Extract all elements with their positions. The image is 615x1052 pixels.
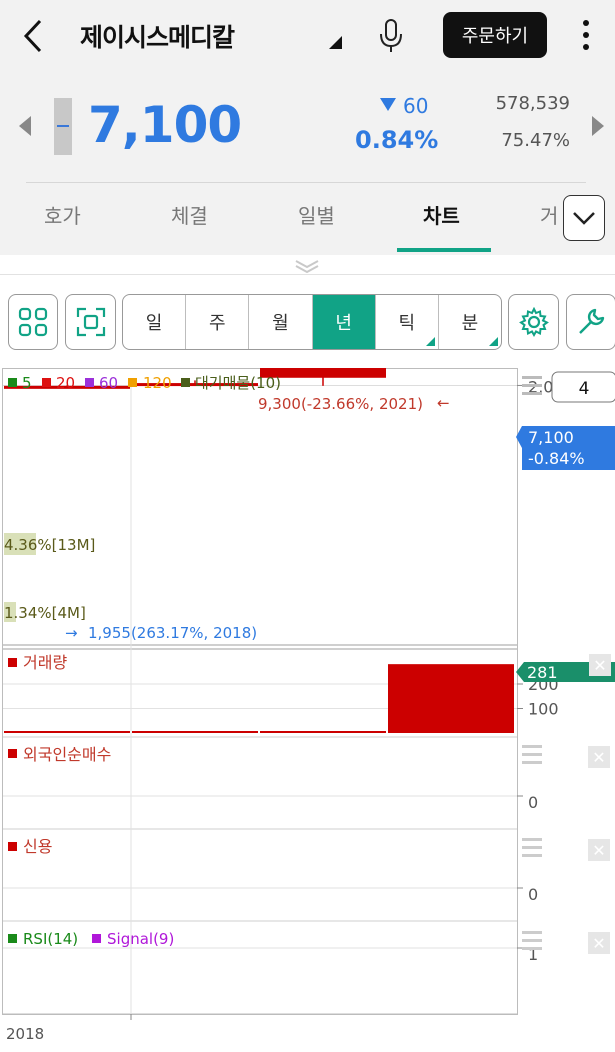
supply-high-label: 4.36%[13M]	[4, 536, 95, 554]
volume-tag-value: 281	[527, 663, 558, 682]
period-minute-button[interactable]: 분	[439, 295, 501, 349]
close-icon-glyph: ✕	[593, 656, 606, 675]
volume-bar	[260, 731, 386, 733]
gear-icon	[518, 307, 549, 337]
ma5-label: 5	[22, 374, 32, 392]
period-year-button[interactable]: 년	[312, 295, 376, 349]
back-icon[interactable]	[20, 18, 50, 54]
count-value: 4	[579, 379, 590, 399]
tab-trades[interactable]: 체결	[171, 200, 208, 229]
period-week-button[interactable]: 주	[186, 295, 250, 349]
grid-layout-button[interactable]	[8, 294, 58, 350]
low-annotation: 1,955(263.17%, 2018)	[88, 624, 257, 642]
grid-icon	[18, 307, 48, 337]
current-price-tag-change: -0.84%	[528, 449, 585, 468]
date-axis-label: 2018	[6, 1025, 44, 1043]
supply-low-label: 1.34%[4M]	[4, 604, 86, 622]
ma120-swatch	[128, 378, 137, 387]
volume-bar	[132, 731, 258, 733]
ma5-swatch	[8, 378, 17, 387]
signal-swatch	[92, 934, 101, 943]
tab-expand-button[interactable]	[563, 195, 605, 241]
wrench-icon	[579, 308, 605, 334]
volume-tick-label: 100	[528, 700, 559, 719]
hamburger-icon[interactable]	[522, 745, 542, 764]
close-icon-glyph: ✕	[592, 934, 605, 953]
signal-label: Signal(9)	[107, 930, 174, 948]
stock-header-area: 제이시스메디칼 주문하기 7,100 60 0.84% 578,539 75.4…	[0, 0, 615, 255]
period-label: 주	[208, 313, 226, 334]
mini-candle-icon	[54, 98, 72, 155]
volume-bar	[388, 664, 514, 733]
divider	[26, 182, 586, 183]
stock-chart[interactable]: 2,0004,0006,000100200001 5 20 60 120 대기매…	[0, 368, 615, 1052]
change-amount: 60	[403, 94, 429, 118]
high-arrow-icon: ←	[437, 394, 450, 412]
period-tick-button[interactable]: 틱	[376, 295, 439, 349]
ma20-swatch	[42, 378, 51, 387]
period-label: 년	[335, 313, 352, 334]
close-icon-glyph: ✕	[592, 748, 605, 767]
foreign-swatch	[8, 749, 17, 758]
low-arrow-icon: →	[65, 624, 78, 642]
high-annotation: 9,300(-23.66%, 2021)	[258, 395, 423, 413]
period-day-button[interactable]: 일	[123, 295, 187, 349]
divider	[0, 274, 615, 275]
collapse-handle-icon[interactable]	[294, 258, 320, 274]
fullscreen-icon	[76, 307, 105, 337]
supply-label: 대기매물(10)	[195, 374, 281, 392]
period-label: 틱	[398, 313, 416, 334]
down-arrow-icon	[380, 98, 396, 111]
period-selector: 일 주 월 년 틱 분	[122, 294, 502, 350]
period-label: 일	[145, 313, 163, 334]
hamburger-icon[interactable]	[522, 838, 542, 857]
close-icon-glyph: ✕	[592, 841, 605, 860]
ma60-swatch	[85, 378, 94, 387]
active-tab-indicator	[397, 248, 491, 252]
ma120-label: 120	[143, 374, 172, 392]
next-stock-icon[interactable]	[592, 116, 604, 136]
tab-orderbook[interactable]: 호가	[44, 200, 81, 229]
trade-volume: 578,539	[495, 93, 570, 114]
prev-stock-icon[interactable]	[19, 116, 31, 136]
rsi-label: RSI(14)	[23, 930, 78, 948]
change-percent: 0.84%	[355, 126, 439, 154]
chart-settings-button[interactable]	[508, 294, 559, 350]
volume-panel-label: 거래량	[23, 653, 67, 672]
current-price: 7,100	[88, 96, 242, 154]
stock-name[interactable]: 제이시스메디칼	[80, 18, 235, 54]
credit-panel-label: 신용	[23, 837, 52, 856]
hamburger-icon[interactable]	[522, 931, 542, 950]
chevron-down-icon	[573, 212, 595, 225]
credit-swatch	[8, 842, 17, 851]
period-label: 월	[272, 313, 289, 334]
tab-daily[interactable]: 일별	[298, 200, 335, 229]
foreign-panel-label: 외국인순매수	[23, 745, 111, 764]
fullscreen-button[interactable]	[65, 294, 116, 350]
credit-tick-label: 0	[528, 885, 538, 904]
volume-bar	[4, 731, 130, 733]
tab-more[interactable]: 거	[540, 200, 558, 229]
chart-tools-button[interactable]	[566, 294, 615, 350]
current-price-tag-price: 7,100	[528, 428, 574, 447]
hamburger-icon[interactable]	[522, 376, 542, 395]
period-month-button[interactable]: 월	[249, 295, 313, 349]
period-label: 분	[461, 313, 479, 334]
microphone-icon[interactable]	[378, 18, 404, 54]
volume-swatch	[8, 658, 17, 667]
turnover-ratio: 75.47%	[501, 130, 570, 151]
supply-swatch	[181, 378, 190, 387]
foreign-tick-label: 0	[528, 793, 538, 812]
more-menu-icon[interactable]	[576, 16, 596, 56]
stock-dropdown-icon[interactable]	[329, 36, 342, 49]
ma20-label: 20	[56, 374, 75, 392]
ma-legend: 5 20 60 120 대기매물(10)	[8, 374, 281, 392]
ma60-label: 60	[99, 374, 118, 392]
tab-chart[interactable]: 차트	[423, 200, 460, 229]
order-button[interactable]: 주문하기	[443, 12, 547, 58]
rsi-swatch	[8, 934, 17, 943]
